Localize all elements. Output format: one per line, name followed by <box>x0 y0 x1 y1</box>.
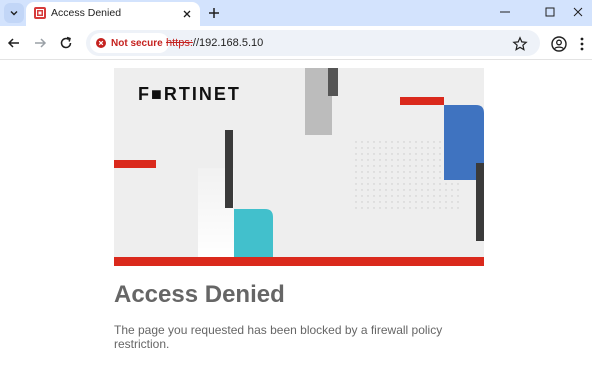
fortinet-favicon-icon <box>34 7 46 19</box>
minimize-icon <box>500 11 510 13</box>
security-label: Not secure <box>111 37 163 49</box>
close-window-button[interactable] <box>568 3 588 21</box>
warning-icon <box>96 38 106 48</box>
maximize-icon <box>545 7 555 17</box>
page-title: Access Denied <box>114 281 285 308</box>
security-indicator[interactable]: Not secure <box>90 33 169 53</box>
bookmark-star-icon[interactable] <box>512 36 528 52</box>
block-message: The page you requested has been blocked … <box>114 323 443 351</box>
address-bar[interactable]: Not secure https://192.168.5.10 <box>86 30 540 56</box>
back-arrow-icon <box>7 38 19 48</box>
url-scheme: https: <box>166 37 193 49</box>
back-button[interactable] <box>5 34 23 52</box>
profile-icon[interactable] <box>550 35 568 53</box>
chevron-down-icon <box>10 11 18 16</box>
close-tab-icon[interactable] <box>181 8 193 20</box>
title-bar: Access Denied <box>0 0 592 26</box>
close-icon <box>573 7 583 17</box>
new-tab-icon[interactable] <box>206 5 222 21</box>
reload-icon <box>60 36 72 49</box>
url-host: //192.168.5.10 <box>192 37 264 49</box>
url-text: https://192.168.5.10 <box>166 37 263 49</box>
forward-arrow-icon <box>35 38 47 48</box>
forward-button[interactable] <box>31 34 49 52</box>
tab-search-button[interactable] <box>4 3 24 23</box>
fortinet-banner: F■RTINET <box>114 68 484 266</box>
reload-button[interactable] <box>57 34 75 52</box>
maximize-button[interactable] <box>540 3 560 21</box>
minimize-button[interactable] <box>495 3 515 21</box>
toolbar: Not secure https://192.168.5.10 <box>0 26 592 60</box>
tab-title: Access Denied <box>51 7 122 19</box>
more-menu-icon[interactable] <box>577 35 587 53</box>
fortinet-logo: F■RTINET <box>138 84 241 104</box>
tab-active[interactable]: Access Denied <box>26 2 200 26</box>
